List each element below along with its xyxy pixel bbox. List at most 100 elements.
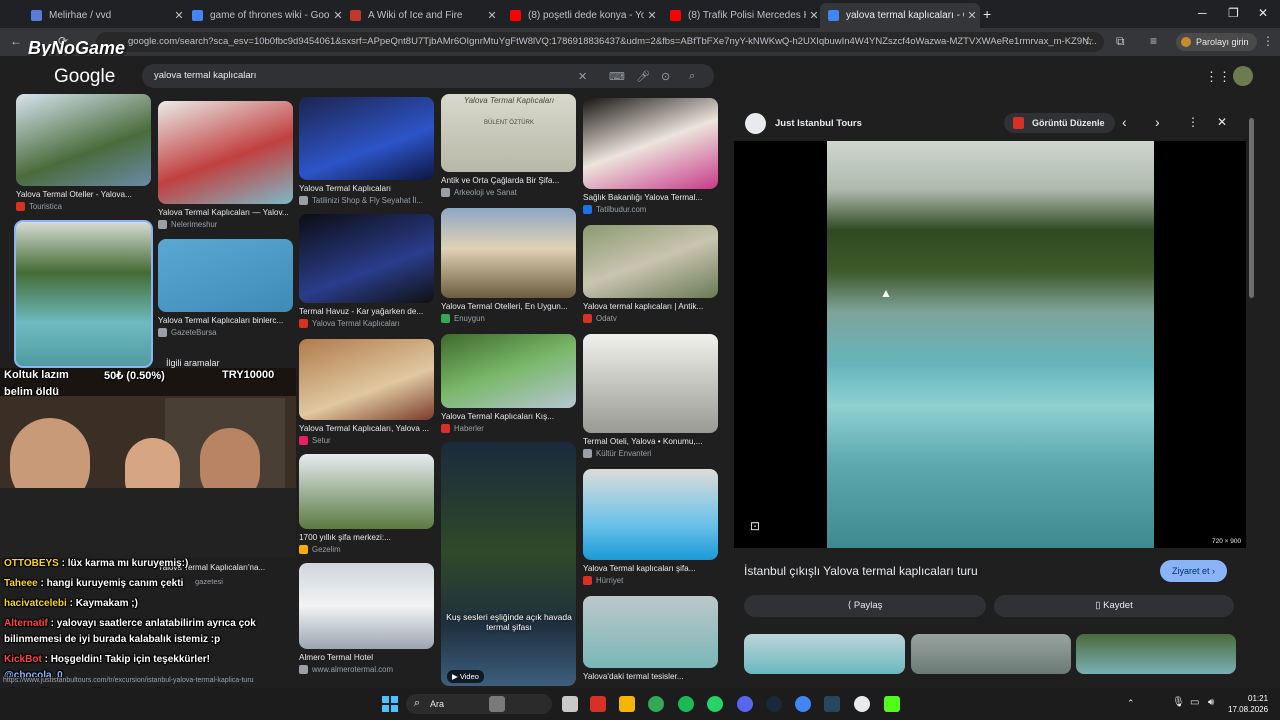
- new-tab-button[interactable]: +: [983, 6, 991, 22]
- close-preview-icon[interactable]: ✕: [1217, 115, 1227, 129]
- preview-title[interactable]: İstanbul çıkışlı Yalova termal kaplıcala…: [744, 564, 978, 578]
- result-title[interactable]: Antik ve Orta Çağlarda Bir Şifa...: [441, 176, 576, 185]
- image-result[interactable]: Termal Havuz - Kar yağarken de... Yalova …: [299, 214, 434, 333]
- next-result-icon[interactable]: ›: [1155, 114, 1160, 130]
- back-icon[interactable]: ←: [10, 34, 22, 48]
- result-thumbnail[interactable]: [583, 98, 718, 189]
- kick-icon[interactable]: [884, 696, 900, 712]
- result-title[interactable]: Yalova Termal kaplıcaları şifa...: [583, 564, 718, 573]
- taskbar-search[interactable]: Ara: [406, 694, 552, 714]
- previous-result-icon[interactable]: ‹: [1122, 114, 1127, 130]
- steam-icon[interactable]: [766, 696, 782, 712]
- minimize-icon[interactable]: ─: [1198, 6, 1207, 20]
- result-title[interactable]: Yalova Termal Kaplıcaları binlerc...: [158, 316, 293, 325]
- preview-image[interactable]: [827, 141, 1154, 548]
- volume-icon[interactable]: 🔊︎: [1208, 697, 1214, 708]
- image-result[interactable]: Yalova Termal Oteller - Yalova... Tourist…: [16, 94, 151, 216]
- image-result[interactable]: 1700 yıllık şifa merkezi:... Gezelim: [299, 454, 434, 559]
- obs-icon[interactable]: [854, 696, 870, 712]
- result-thumbnail[interactable]: [441, 94, 576, 172]
- result-thumbnail[interactable]: [299, 339, 434, 420]
- image-result[interactable]: Antik ve Orta Çağlarda Bir Şifa... Arkeol…: [441, 94, 576, 202]
- image-result[interactable]: Yalova Termal Kaplıcaları Kış... Haberler: [441, 334, 576, 438]
- result-thumbnail[interactable]: [583, 596, 718, 668]
- bookmark-star-icon[interactable]: ☆: [1083, 34, 1094, 48]
- result-thumbnail[interactable]: [299, 97, 434, 180]
- discord-icon[interactable]: [737, 696, 753, 712]
- result-thumbnail[interactable]: [16, 94, 151, 186]
- task-view-icon[interactable]: [562, 696, 578, 712]
- clear-search-icon[interactable]: ✕: [578, 70, 587, 83]
- share-button[interactable]: ⟨ Paylaş: [744, 595, 986, 617]
- related-thumbnail[interactable]: [911, 634, 1071, 674]
- result-title[interactable]: Termal Oteli, Yalova • Konumu,...: [583, 437, 718, 446]
- image-result[interactable]: Almero Termal Hotel www.almerotermal.com: [299, 563, 434, 679]
- search-input[interactable]: yalova termal kaplıcaları: [142, 64, 714, 88]
- image-result[interactable]: Yalova'daki termal tesisler...: [583, 596, 718, 698]
- result-thumbnail[interactable]: [299, 214, 434, 303]
- more-options-icon[interactable]: ⋮: [1187, 115, 1199, 129]
- search-icon[interactable]: ⌕: [689, 70, 695, 83]
- tab-1[interactable]: Melirhae / vvd ✕: [23, 3, 187, 28]
- result-title[interactable]: Yalova Termal Oteller - Yalova...: [16, 190, 151, 199]
- related-searches-label[interactable]: İlgili aramalar: [166, 358, 220, 368]
- lens-search-icon[interactable]: ⊡: [750, 519, 760, 533]
- result-title[interactable]: Yalova termal kaplıcaları | Antik...: [583, 302, 718, 311]
- result-title[interactable]: Yalova Termal Kaplıcaları — Yalov...: [158, 208, 293, 217]
- voice-search-icon[interactable]: 🎤︎: [636, 70, 650, 83]
- chrome-active-icon[interactable]: [795, 696, 811, 712]
- visit-button[interactable]: Ziyaret et ›: [1160, 560, 1228, 582]
- tab-close-icon[interactable]: ✕: [964, 9, 980, 22]
- maximize-icon[interactable]: ❐: [1228, 6, 1239, 20]
- image-result[interactable]: Yalova termal kaplıcaları | Antik... Odat…: [583, 225, 718, 328]
- network-icon[interactable]: ▭: [1190, 697, 1199, 708]
- result-thumbnail[interactable]: [441, 334, 576, 408]
- windows-start-icon[interactable]: [382, 696, 398, 712]
- tab-4[interactable]: (8) poşetli dede konya - YouTube✕: [502, 3, 660, 28]
- account-avatar[interactable]: [1233, 66, 1253, 86]
- result-title[interactable]: 1700 yıllık şifa merkezi:...: [299, 533, 434, 542]
- tab-6[interactable]: yalova termal kaplıcaları - Goo✕: [820, 3, 980, 28]
- video-result[interactable]: [441, 442, 576, 686]
- media-icon[interactable]: ≡: [1150, 34, 1157, 48]
- image-result[interactable]: Yalova Termal Otelleri, En Uygun... Enuyg…: [441, 208, 576, 328]
- result-thumbnail[interactable]: [158, 239, 293, 312]
- page-scrollbar[interactable]: [1249, 118, 1254, 298]
- result-thumbnail[interactable]: [583, 469, 718, 560]
- result-thumbnail[interactable]: [299, 563, 434, 649]
- lens-icon[interactable]: ⊙: [661, 70, 670, 83]
- apps-grid-icon[interactable]: ⋮⋮: [1205, 69, 1231, 85]
- close-window-icon[interactable]: ✕: [1258, 6, 1268, 20]
- image-result[interactable]: Yalova Termal Kaplıcaları binlerc... Gaze…: [158, 239, 293, 342]
- result-title[interactable]: Yalova Termal Kaplıcaları Kış...: [441, 412, 576, 421]
- image-result[interactable]: Termal Oteli, Yalova • Konumu,... Kültür …: [583, 334, 718, 463]
- result-title[interactable]: Yalova Termal Kaplıcaları: [299, 184, 434, 193]
- keyboard-icon[interactable]: ⌨: [609, 70, 625, 83]
- tab-5[interactable]: (8) Trafik Polisi Mercedes Kadir✕: [662, 3, 822, 28]
- spotify-icon[interactable]: [678, 696, 694, 712]
- file-explorer-icon[interactable]: [489, 696, 505, 712]
- image-result[interactable]: Yalova Termal Kaplıcaları — Yalov... Nele…: [158, 101, 293, 234]
- related-thumbnail[interactable]: [1076, 634, 1236, 674]
- address-bar[interactable]: google.com/search?sca_esv=10b0fbc9d94540…: [96, 32, 1104, 52]
- tray-chevron-icon[interactable]: ⌃: [1127, 698, 1135, 709]
- image-result[interactable]: Sağlık Bakanlığı Yalova Termal... Tatilbu…: [583, 98, 718, 219]
- result-title[interactable]: Termal Havuz - Kar yağarken de...: [299, 307, 434, 316]
- result-title[interactable]: Yalova'daki termal tesisler...: [583, 672, 718, 681]
- result-thumbnail[interactable]: [583, 334, 718, 433]
- result-title[interactable]: Sağlık Bakanlığı Yalova Termal...: [583, 193, 718, 202]
- microphone-icon[interactable]: 🎙︎: [1172, 697, 1185, 708]
- chrome-icon[interactable]: [648, 696, 664, 712]
- menu-icon[interactable]: ⋮: [1262, 34, 1274, 48]
- result-title[interactable]: Yalova Termal Otelleri, En Uygun...: [441, 302, 576, 311]
- whatsapp-icon[interactable]: [707, 696, 723, 712]
- folder-icon[interactable]: [619, 696, 635, 712]
- result-thumbnail[interactable]: [583, 225, 718, 298]
- image-result[interactable]: Yalova Termal Kaplıcaları Tatilinizi Shop…: [299, 97, 434, 210]
- tab-2[interactable]: game of thrones wiki - Google ✕: [184, 3, 346, 28]
- store-icon[interactable]: [590, 696, 606, 712]
- tab-close-icon[interactable]: ✕: [644, 9, 660, 22]
- result-title[interactable]: Yalova Termal Kaplıcaları, Yalova ...: [299, 424, 434, 433]
- google-logo[interactable]: Google: [54, 66, 115, 88]
- selected-image-result[interactable]: [14, 220, 153, 368]
